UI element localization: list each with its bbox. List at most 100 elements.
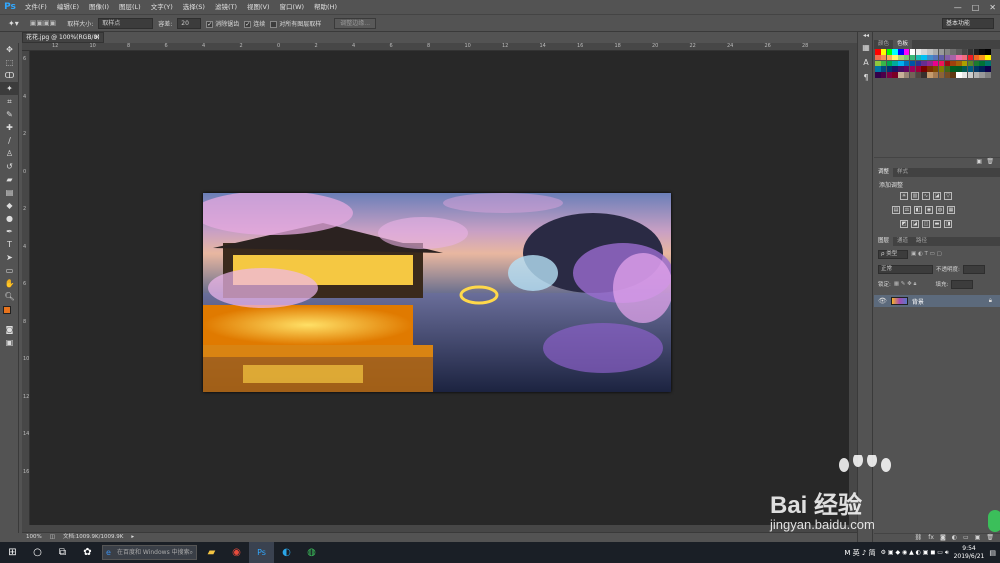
maximize-button[interactable]: □ [972,3,980,12]
shape-tool-icon[interactable]: ▭ [0,264,19,277]
swatch[interactable] [903,54,910,61]
add-mask-icon[interactable]: ◙ [940,534,946,542]
swatch[interactable] [892,54,898,61]
tab-adjustments[interactable]: 调整 [874,168,894,177]
swatch[interactable] [950,72,956,78]
tab-color[interactable]: 颜色 [874,40,893,49]
swatch[interactable] [973,54,980,61]
swatch[interactable] [921,72,927,78]
exposure-icon[interactable]: ◪ [933,192,941,200]
swatch[interactable] [915,54,922,61]
swatch[interactable] [956,54,962,61]
swatch[interactable] [985,60,991,67]
brightness-icon[interactable]: ☀ [900,192,908,200]
swatch[interactable] [927,60,933,67]
lasso-tool-icon[interactable]: ↀ [0,69,19,82]
sample-all-checkbox[interactable] [270,20,278,28]
swatch[interactable] [979,66,985,72]
tab-styles[interactable]: 样式 [893,168,912,177]
selection-mode-icons[interactable]: ▣▣▣▣ [30,19,56,27]
tray-app-icons[interactable]: ⚙ ▣ ◆ ◉ ▲ ◐ ▣ ◼ ▭ 🔊︎ [881,549,949,557]
photoshop-taskbar-icon[interactable]: Ps [249,542,274,563]
magic-wand-icon[interactable]: ✦▾ [8,19,19,28]
taskbar-clock[interactable]: 9:54 2019/6/21 [954,545,985,561]
menu-image[interactable]: 图像(I) [84,0,114,14]
curves-icon[interactable]: ∿ [922,192,930,200]
swatch[interactable] [938,60,945,67]
black-white-icon[interactable]: ◧ [914,206,922,214]
swatch[interactable] [927,66,933,72]
pinwheel-app-icon[interactable]: ✿ [75,542,100,563]
swatch[interactable] [944,49,951,55]
swatch[interactable] [875,66,881,72]
swatch[interactable] [921,60,927,67]
healing-brush-tool-icon[interactable]: ✚ [0,121,19,134]
swatch[interactable] [961,49,968,55]
minimize-button[interactable]: — [954,3,962,12]
tab-paths[interactable]: 路径 [912,237,931,246]
notification-icon[interactable]: ▤ [989,549,996,557]
menu-edit[interactable]: 编辑(E) [52,0,84,14]
menu-select[interactable]: 选择(S) [178,0,210,14]
swatch[interactable] [950,66,956,72]
swatch[interactable] [973,72,980,78]
opacity-input[interactable] [962,264,985,274]
quick-mask-icon[interactable]: ◙ [0,323,19,336]
lock-icons[interactable]: ▦ ✎ ✥ 🔒︎ [894,281,917,288]
ime-indicator[interactable]: M 英 ♪ 简 [844,548,875,558]
delete-swatch-icon[interactable]: 🗑︎ [986,158,994,165]
swatch[interactable] [898,49,904,55]
blend-mode-select[interactable]: 正常 [878,264,933,274]
swatch[interactable] [875,54,881,61]
swatch[interactable] [880,54,887,61]
wechat-icon[interactable]: ◍ [299,542,324,563]
swatch[interactable] [909,66,916,72]
close-icon[interactable]: × [94,33,100,42]
swatch[interactable] [886,49,893,55]
swatch[interactable] [932,66,939,72]
pen-tool-icon[interactable]: ✒ [0,225,19,238]
new-swatch-icon[interactable]: ▣ [976,158,982,165]
swatch[interactable] [938,66,945,72]
document-tab[interactable]: 花花.jpg @ 100%(RGB/8) × [22,32,104,43]
swatch[interactable] [898,66,904,72]
hand-tool-icon[interactable]: ✋ [0,277,19,290]
swatch[interactable] [967,60,974,67]
blur-tool-icon[interactable]: ◆ [0,199,19,212]
type-tool-icon[interactable]: T [0,238,19,251]
swatch[interactable] [979,72,985,78]
swatch[interactable] [903,66,910,72]
swatch[interactable] [915,49,922,55]
swatch[interactable] [898,72,904,78]
marquee-tool-icon[interactable]: ⬚ [0,56,19,69]
swatch[interactable] [921,49,927,55]
status-menu-arrow-icon[interactable]: ▸ [131,533,134,542]
windows-start-icon[interactable]: ⊞ [0,542,25,563]
swatch[interactable] [927,54,933,61]
clone-stamp-tool-icon[interactable]: ♙ [0,147,19,160]
color-swatches[interactable] [0,303,19,323]
task-view-icon[interactable]: ⧉ [50,542,75,563]
swatch[interactable] [915,72,922,78]
swatch[interactable] [979,60,985,67]
gradient-tool-icon[interactable]: ▤ [0,186,19,199]
swatch[interactable] [973,60,980,67]
swatch[interactable] [909,60,916,67]
zoom-tool-icon[interactable]: 🔍︎ [0,290,19,303]
filter-icons[interactable]: ▣ ◐ T ▭ ▢ [911,251,942,257]
visibility-eye-icon[interactable]: 👁︎ [878,297,887,305]
new-layer-icon[interactable]: ▣ [975,534,981,542]
menu-filter[interactable]: 滤镜(T) [210,0,242,14]
kind-filter-select[interactable]: ρ 类型 [878,249,908,259]
posterize-icon[interactable]: ◪ [911,220,919,228]
tolerance-input[interactable]: 20 [177,17,202,29]
chrome-icon[interactable]: ◉ [224,542,249,563]
swatch[interactable] [875,49,881,55]
swatch[interactable] [938,49,945,55]
swatch[interactable] [892,60,898,67]
channel-mixer-icon[interactable]: ◍ [936,206,944,214]
antialias-checkbox[interactable]: ✓ [206,20,214,28]
tab-swatches[interactable]: 色板 [893,40,913,49]
swatch[interactable] [927,49,933,55]
hue-saturation-icon[interactable]: ▤ [892,206,900,214]
